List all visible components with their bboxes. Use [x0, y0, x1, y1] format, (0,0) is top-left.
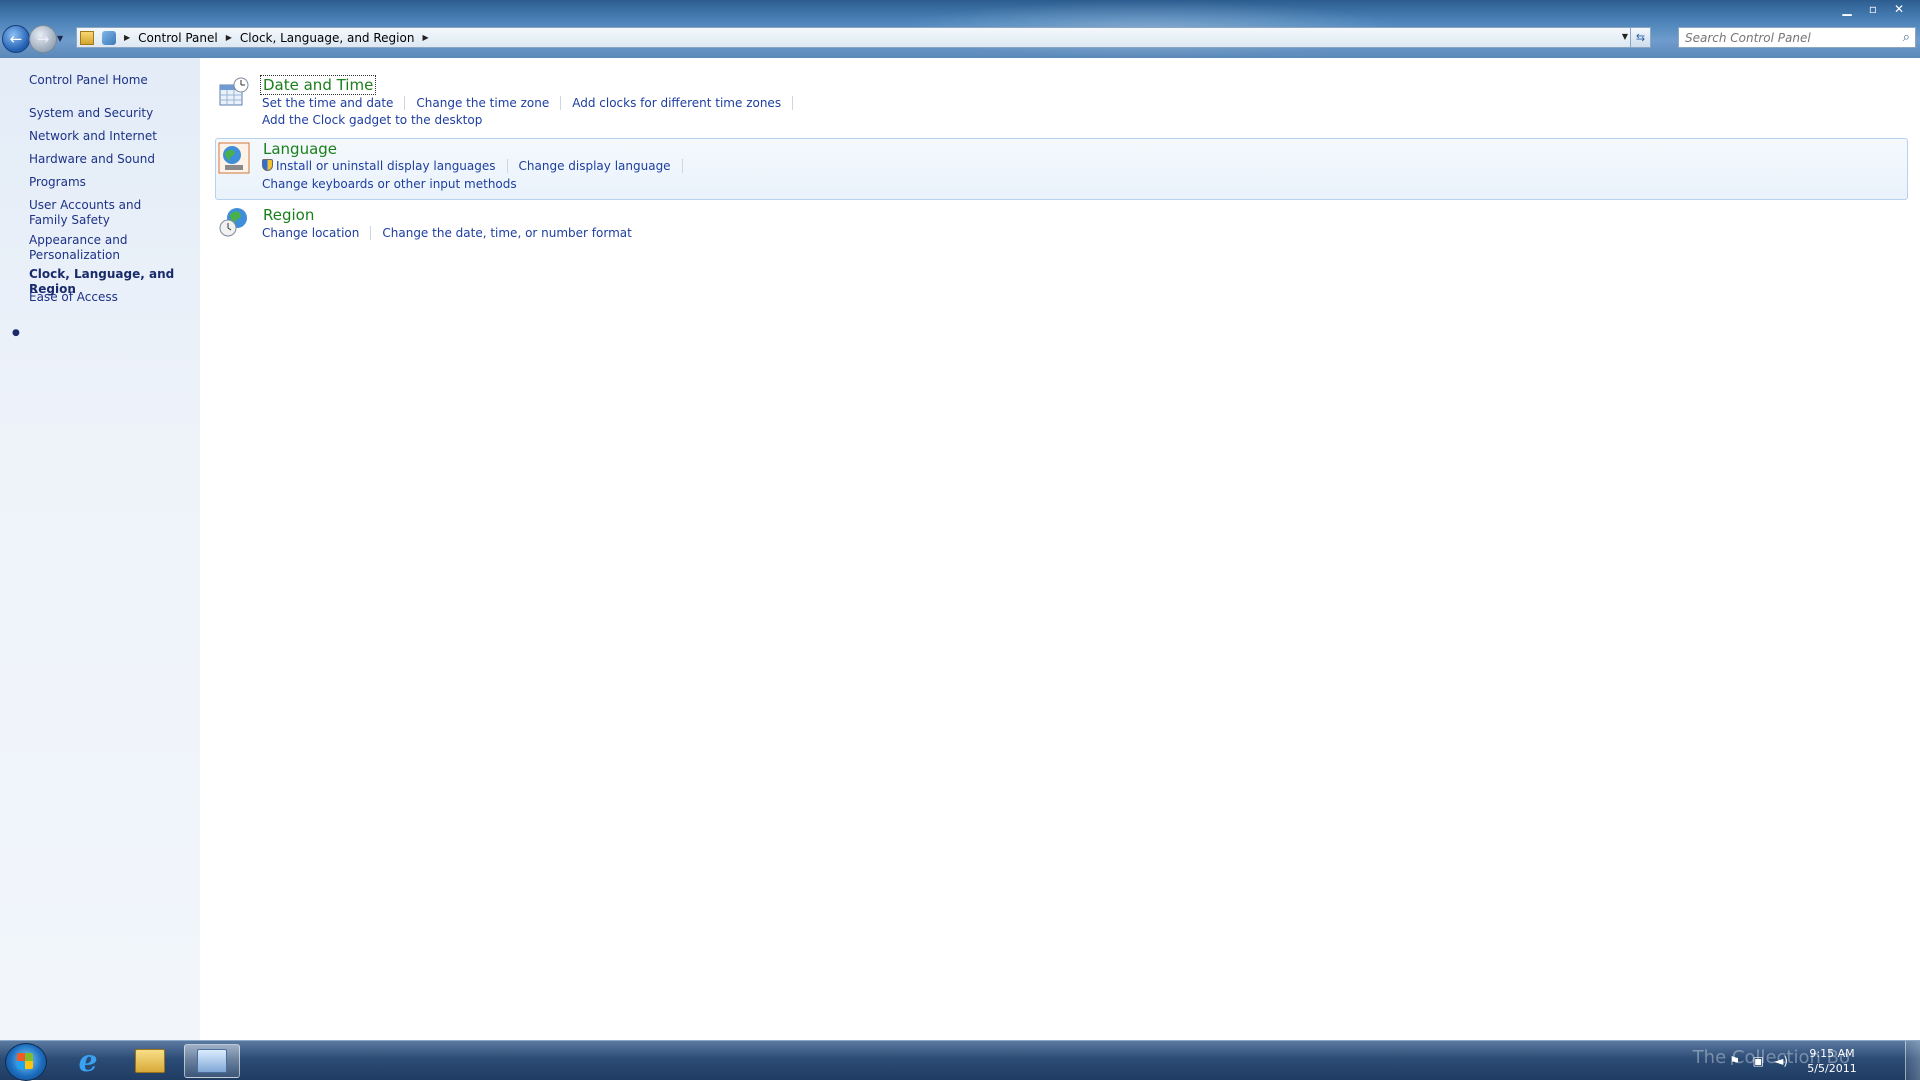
- taskbar-control-panel[interactable]: [184, 1044, 240, 1078]
- main-content: Date and Time Set the time and date Chan…: [200, 58, 1920, 1040]
- language-links-row-1: Install or uninstall display languages C…: [262, 159, 694, 173]
- sidebar-item-appearance[interactable]: Appearance and Personalization: [29, 233, 139, 263]
- clock-date: 5/5/2011: [1807, 1062, 1857, 1075]
- category-title-language[interactable]: Language: [261, 140, 339, 158]
- address-history-dropdown[interactable]: ▼: [1622, 32, 1628, 41]
- chevron-right-icon[interactable]: ▶: [422, 33, 428, 42]
- link-change-date-time-number-format[interactable]: Change the date, time, or number format: [382, 226, 631, 240]
- chevron-right-icon[interactable]: ▶: [226, 33, 232, 42]
- system-tray: The Collection Bo ⚑ ▣ ◄) 9:15 AM 5/5/201…: [1620, 1041, 1920, 1081]
- close-button[interactable]: ✕: [1886, 0, 1912, 17]
- link-divider: [404, 96, 406, 110]
- chevron-right-icon[interactable]: ▶: [124, 33, 130, 42]
- region-links-row-1: Change location Change the date, time, o…: [262, 226, 632, 240]
- taskbar: e The Collection Bo ⚑ ▣ ◄) 9:15 AM 5/5/2…: [0, 1040, 1920, 1081]
- category-language: Language Install or uninstall display la…: [215, 138, 1908, 200]
- link-add-clock-gadget[interactable]: Add the Clock gadget to the desktop: [262, 113, 482, 127]
- maximize-button[interactable]: ▫: [1860, 0, 1886, 17]
- link-divider: [506, 159, 508, 173]
- link-set-time-and-date[interactable]: Set the time and date: [262, 96, 393, 110]
- forward-arrow-icon: →: [36, 30, 50, 48]
- sidebar-item-network-and-internet[interactable]: Network and Internet: [29, 129, 199, 144]
- action-center-flag-icon[interactable]: ⚑: [1729, 1054, 1740, 1068]
- category-date-and-time: Date and Time Set the time and date Chan…: [215, 72, 1908, 132]
- minimize-button[interactable]: ▁: [1834, 0, 1860, 17]
- sidebar-item-ease-of-access[interactable]: Ease of Access: [29, 290, 199, 305]
- sidebar-item-hardware-and-sound[interactable]: Hardware and Sound: [29, 152, 199, 167]
- recent-pages-dropdown[interactable]: ▼: [57, 34, 63, 43]
- globe-clock-icon: [219, 208, 247, 237]
- control-panel-icon: [197, 1049, 227, 1073]
- breadcrumb: ▶ Control Panel ▶ Clock, Language, and R…: [116, 31, 437, 45]
- link-change-location[interactable]: Change location: [262, 226, 359, 240]
- folder-icon: [135, 1049, 165, 1073]
- search-input[interactable]: [1678, 27, 1916, 48]
- volume-icon[interactable]: ◄): [1774, 1054, 1788, 1068]
- window-buttons: ▁ ▫ ✕: [1834, 0, 1912, 18]
- search-icon[interactable]: ⌕: [1903, 30, 1910, 45]
- category-title-date-and-time[interactable]: Date and Time: [259, 75, 377, 95]
- internet-explorer-icon: e: [78, 1043, 98, 1079]
- link-divider: [681, 159, 683, 173]
- clock-time: 9:15 AM: [1809, 1047, 1855, 1060]
- uac-shield-icon: [262, 159, 273, 171]
- link-divider: [560, 96, 562, 110]
- folder-up-icon[interactable]: [80, 30, 94, 45]
- windows-logo-icon: [17, 1053, 33, 1069]
- breadcrumb-control-panel[interactable]: Control Panel: [138, 31, 218, 45]
- link-install-display-languages[interactable]: Install or uninstall display languages: [276, 159, 496, 173]
- date-time-links-row-1: Set the time and date Change the time zo…: [262, 96, 804, 110]
- clock[interactable]: 9:15 AM 5/5/2011: [1802, 1046, 1862, 1076]
- globe-language-icon: [218, 142, 250, 174]
- refresh-button[interactable]: ⇆: [1630, 27, 1651, 48]
- category-title-region[interactable]: Region: [261, 206, 316, 224]
- link-change-display-language[interactable]: Change display language: [519, 159, 671, 173]
- forward-button[interactable]: →: [29, 25, 57, 53]
- link-divider: [370, 226, 372, 240]
- category-region: Region Change location Change the date, …: [215, 202, 1908, 252]
- link-add-clocks[interactable]: Add clocks for different time zones: [572, 96, 781, 110]
- start-button[interactable]: [5, 1043, 47, 1081]
- show-desktop-button[interactable]: [1905, 1041, 1920, 1081]
- sidebar-item-system-and-security[interactable]: System and Security: [29, 106, 199, 121]
- current-item-bullet: ●: [12, 328, 20, 338]
- taskbar-windows-explorer[interactable]: [122, 1044, 178, 1078]
- sidebar-item-programs[interactable]: Programs: [29, 175, 199, 190]
- window-chrome: ▁ ▫ ✕ ← → ▼ ▶ Control Panel ▶ Clock, Lan…: [0, 0, 1920, 58]
- breadcrumb-clock-language-region[interactable]: Clock, Language, and Region: [240, 31, 415, 45]
- sidebar-item-control-panel-home[interactable]: Control Panel Home: [29, 73, 199, 88]
- sidebar-item-user-accounts[interactable]: User Accounts and Family Safety: [29, 198, 179, 228]
- address-bar[interactable]: ▶ Control Panel ▶ Clock, Language, and R…: [76, 27, 1651, 48]
- date-time-links-row-2: Add the Clock gadget to the desktop: [262, 113, 482, 127]
- control-panel-icon: [102, 30, 116, 45]
- link-change-keyboards[interactable]: Change keyboards or other input methods: [262, 177, 517, 191]
- sidebar: Control Panel Home System and Security N…: [0, 58, 200, 1040]
- link-divider: [792, 96, 794, 110]
- language-links-row-2: Change keyboards or other input methods: [262, 177, 517, 191]
- calendar-clock-icon: [219, 77, 249, 106]
- network-icon[interactable]: ▣: [1753, 1054, 1764, 1068]
- back-button[interactable]: ←: [2, 25, 30, 53]
- refresh-icon: ⇆: [1635, 31, 1646, 44]
- back-arrow-icon: ←: [9, 30, 23, 48]
- link-change-time-zone[interactable]: Change the time zone: [416, 96, 549, 110]
- taskbar-internet-explorer[interactable]: e: [60, 1043, 116, 1079]
